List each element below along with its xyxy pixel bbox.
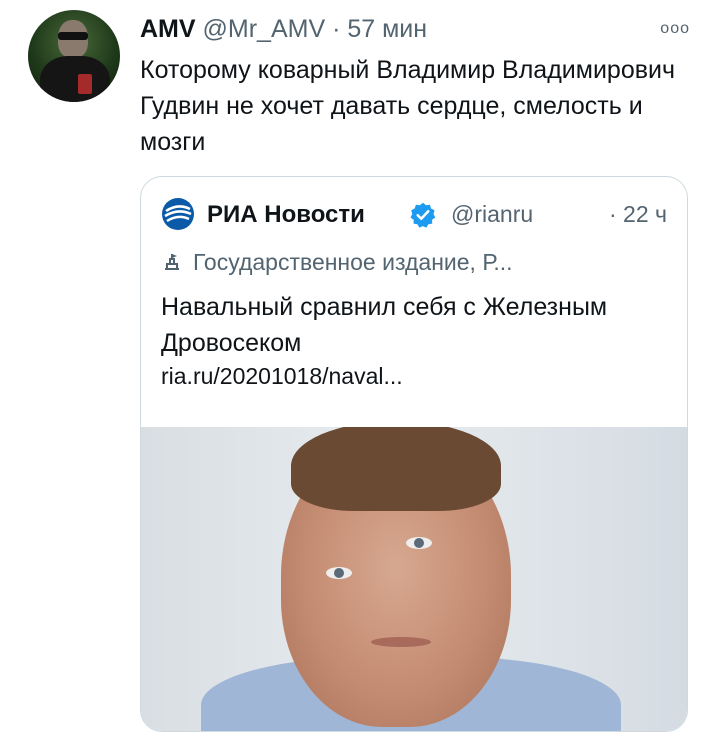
quoted-tweet-card[interactable]: РИА Новости @rianru · 22 ч Государственн… bbox=[140, 176, 688, 732]
header-separator: · bbox=[332, 15, 341, 43]
photo-mouth bbox=[371, 637, 431, 647]
avatar-sunglasses bbox=[58, 32, 88, 40]
photo-eye-right bbox=[406, 537, 432, 549]
photo-eye-left bbox=[326, 567, 352, 579]
quoted-tweet-header: РИА Новости @rianru · 22 ч bbox=[161, 197, 667, 233]
photo-hair bbox=[291, 427, 501, 511]
verified-badge-icon bbox=[410, 202, 436, 228]
quoted-tweet-link[interactable]: ria.ru/20201018/naval... bbox=[161, 363, 403, 390]
tweet-time[interactable]: 57 мин bbox=[347, 15, 427, 43]
ria-logo-icon[interactable] bbox=[161, 197, 195, 231]
quoted-tweet-text: Навальный сравнил себя с Железным Дровос… bbox=[161, 293, 608, 357]
more-dots-icon[interactable]: ооо bbox=[660, 20, 690, 38]
avatar-body bbox=[40, 56, 110, 102]
quoted-tweet-photo[interactable] bbox=[141, 427, 687, 731]
avatar-badge bbox=[78, 74, 92, 94]
author-avatar[interactable] bbox=[28, 10, 120, 102]
state-media-icon bbox=[165, 254, 179, 270]
quoted-author-name[interactable]: РИА Новости bbox=[207, 201, 365, 229]
state-media-label[interactable]: Государственное издание, Р... bbox=[161, 249, 667, 276]
quoted-author-handle[interactable]: @rianru bbox=[451, 201, 533, 228]
author-name[interactable]: AMV bbox=[140, 15, 196, 43]
quoted-tweet-time[interactable]: · 22 ч bbox=[609, 201, 667, 228]
tweet-text: Которому коварный Владимир Владимирович … bbox=[140, 56, 675, 156]
author-handle[interactable]: @Mr_AMV bbox=[203, 15, 326, 43]
state-media-label-text: Государственное издание, Р... bbox=[193, 249, 513, 275]
tweet-header: AMV @Mr_AMV · 57 мин bbox=[140, 14, 700, 44]
